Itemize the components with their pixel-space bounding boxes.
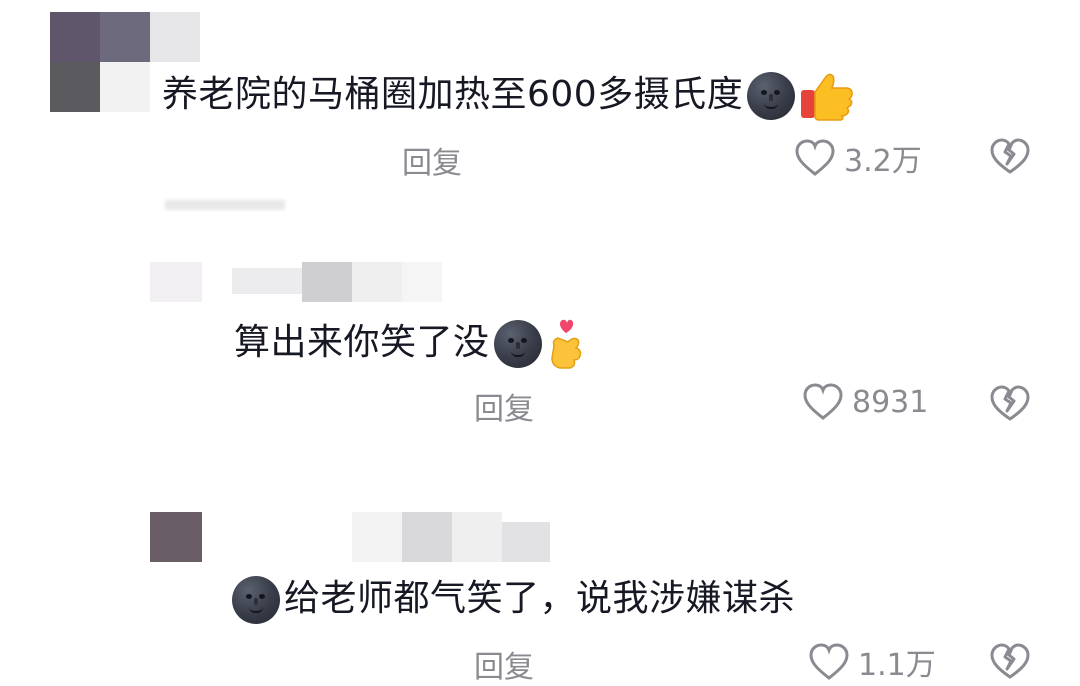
new-moon-face-icon [747, 72, 796, 120]
avatar[interactable] [150, 262, 202, 302]
like-button[interactable]: 1.1万 [808, 640, 936, 684]
like-count: 3.2万 [844, 144, 922, 179]
heart-outline-icon [795, 139, 835, 176]
broken-heart-icon[interactable] [990, 385, 1030, 423]
comment-body: 养老院的马桶圈加热至600多摄氏度 [162, 74, 744, 115]
comment-text: 算出来你笑了没 [234, 316, 590, 372]
heart-outline-icon [809, 643, 849, 680]
like-count: 1.1万 [858, 648, 936, 683]
reply-button[interactable]: 回复 [402, 138, 462, 182]
comment-text: 给老师都气笑了，说我涉嫌谋杀 [232, 576, 795, 624]
new-moon-face-icon [493, 320, 542, 368]
like-count: 8931 [852, 384, 929, 420]
like-button[interactable]: 8931 [802, 382, 928, 422]
thumbs-up-icon [801, 73, 854, 121]
broken-heart-icon[interactable] [990, 643, 1030, 681]
comment-text: 养老院的马桶圈加热至600多摄氏度 [162, 70, 855, 122]
username-mosaic [352, 512, 552, 562]
avatar[interactable] [150, 512, 202, 562]
reply-button[interactable]: 回复 [474, 642, 534, 686]
username-mosaic [232, 262, 442, 302]
new-moon-face-icon [232, 576, 280, 624]
finger-heart-icon [550, 319, 581, 369]
heart-outline-icon [803, 383, 843, 420]
like-button[interactable]: 3.2万 [794, 136, 922, 180]
broken-heart-icon[interactable] [990, 138, 1030, 176]
reply-button[interactable]: 回复 [474, 384, 534, 428]
comment-body: 算出来你笑了没 [234, 322, 490, 363]
blurred-text [165, 200, 285, 210]
comment-body: 给老师都气笑了，说我涉嫌谋杀 [284, 578, 796, 619]
